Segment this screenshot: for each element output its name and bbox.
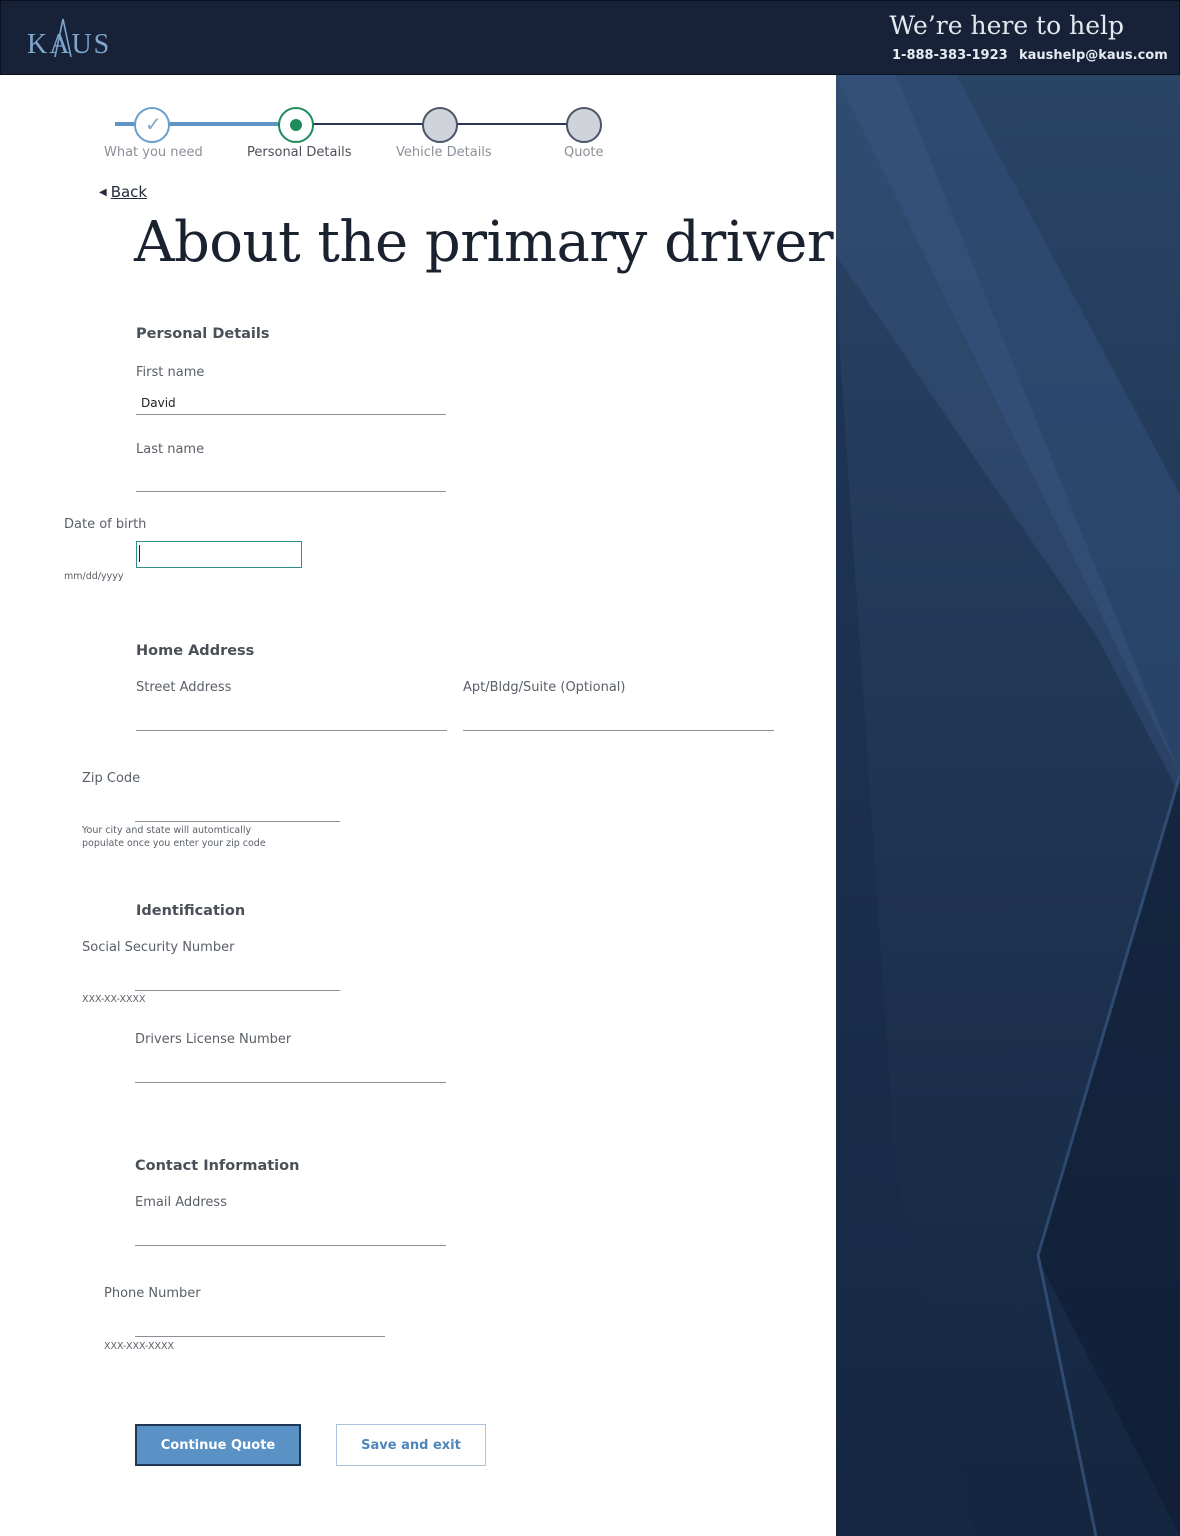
logo-text: KAUS	[27, 29, 112, 60]
license-label: Drivers License Number	[135, 1032, 292, 1047]
home-address-heading: Home Address	[136, 643, 255, 659]
help-email-link[interactable]: kaushelp@kaus.com	[1019, 48, 1168, 63]
phone-input[interactable]	[135, 1313, 385, 1337]
last-name-input[interactable]	[136, 468, 446, 492]
step-4-label: Quote	[564, 145, 604, 160]
help-phone-link[interactable]: 1-888-383-1923	[892, 48, 1008, 63]
ssn-hint: XXX-XX-XXXX	[82, 994, 146, 1005]
step-3-label: Vehicle Details	[396, 145, 492, 160]
identification-heading: Identification	[136, 903, 246, 919]
phone-label: Phone Number	[104, 1286, 201, 1301]
step-2-label: Personal Details	[247, 145, 352, 160]
ssn-label: Social Security Number	[82, 940, 235, 955]
decorative-background-shapes	[836, 75, 1180, 1536]
back-label: Back	[110, 183, 148, 201]
email-label: Email Address	[135, 1195, 227, 1210]
apt-label: Apt/Bldg/Suite (Optional)	[463, 680, 626, 695]
step-1-label[interactable]: What you need	[104, 145, 203, 160]
kaus-logo[interactable]: KAUS	[27, 17, 117, 63]
last-name-label: Last name	[136, 442, 205, 457]
ssn-input[interactable]	[135, 967, 340, 991]
step-4-circle	[566, 107, 602, 143]
phone-hint: XXX-XXX-XXXX	[104, 1341, 175, 1352]
dob-input[interactable]	[136, 541, 302, 568]
personal-details-heading: Personal Details	[136, 326, 270, 342]
dob-label: Date of birth	[64, 517, 147, 532]
checkmark-icon: ✓	[145, 112, 162, 136]
help-title: We’re here to help	[889, 11, 1124, 40]
top-header: KAUS We’re here to help 1-888-383-1923 k…	[0, 0, 1180, 75]
step-3-circle	[422, 107, 458, 143]
street-address-input[interactable]	[136, 707, 447, 731]
zip-code-label: Zip Code	[82, 771, 141, 786]
street-address-label: Street Address	[136, 680, 232, 695]
license-input[interactable]	[135, 1059, 446, 1083]
text-caret	[139, 545, 140, 562]
zip-hint-line-1: Your city and state will automtically	[82, 825, 252, 836]
back-triangle-icon: ◀	[99, 187, 107, 198]
contact-info-heading: Contact Information	[135, 1158, 300, 1174]
decorative-side-panel	[836, 75, 1180, 1536]
zip-hint-line-2: populate once you enter your zip code	[82, 838, 266, 849]
step-1-circle[interactable]: ✓	[134, 107, 170, 143]
progress-stepper: ✓ What you need Personal Details Vehicle…	[0, 100, 836, 170]
page-title: About the primary driver	[134, 210, 834, 275]
active-dot-icon	[290, 119, 302, 131]
apt-input[interactable]	[463, 707, 774, 731]
first-name-label: First name	[136, 365, 205, 380]
step-2-circle	[278, 107, 314, 143]
save-and-exit-button[interactable]: Save and exit	[336, 1424, 486, 1466]
email-input[interactable]	[135, 1222, 446, 1246]
back-link[interactable]: ◀ Back	[99, 183, 147, 201]
first-name-input[interactable]	[136, 391, 446, 415]
zip-code-input[interactable]	[135, 798, 340, 822]
dob-hint: mm/dd/yyyy	[64, 571, 124, 582]
continue-quote-button[interactable]: Continue Quote	[135, 1424, 301, 1466]
